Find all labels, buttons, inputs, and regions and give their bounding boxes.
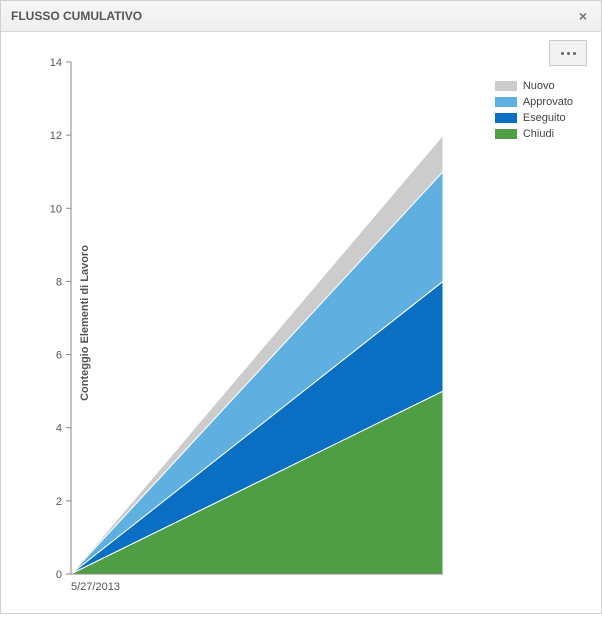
legend-item: Nuovo bbox=[495, 78, 573, 94]
y-tick-label: 14 bbox=[50, 57, 62, 69]
legend-swatch bbox=[495, 113, 517, 123]
legend-swatch bbox=[495, 129, 517, 139]
panel: FLUSSO CUMULATIVO × Conteggio Elementi d… bbox=[0, 0, 602, 614]
y-tick-label: 8 bbox=[56, 276, 62, 288]
close-icon[interactable]: × bbox=[575, 1, 591, 31]
legend-item: Approvato bbox=[495, 94, 573, 110]
chart-area: Conteggio Elementi di Lavoro 0 2 4 6 8 10 12 14… bbox=[1, 32, 601, 614]
legend: Nuovo Approvato Eseguito Chiudi bbox=[495, 78, 573, 142]
panel-title: FLUSSO CUMULATIVO bbox=[11, 1, 142, 31]
panel-body: Conteggio Elementi di Lavoro 0 2 4 6 8 10 12 14… bbox=[1, 32, 601, 614]
legend-label: Nuovo bbox=[523, 80, 555, 92]
legend-label: Chiudi bbox=[523, 128, 554, 140]
y-tick-label: 0 bbox=[56, 569, 62, 581]
legend-label: Approvato bbox=[523, 96, 573, 108]
legend-swatch bbox=[495, 97, 517, 107]
y-axis-label: Conteggio Elementi di Lavoro bbox=[79, 245, 91, 401]
legend-label: Eseguito bbox=[523, 112, 566, 124]
legend-item: Chiudi bbox=[495, 126, 573, 142]
y-tick-label: 2 bbox=[56, 496, 62, 508]
x-tick-label: 5/27/2013 bbox=[71, 581, 120, 593]
legend-item: Eseguito bbox=[495, 110, 573, 126]
y-tick-label: 10 bbox=[50, 203, 62, 215]
panel-header: FLUSSO CUMULATIVO × bbox=[1, 1, 601, 32]
legend-swatch bbox=[495, 81, 517, 91]
y-tick-label: 12 bbox=[50, 130, 62, 142]
y-tick-label: 6 bbox=[56, 350, 62, 362]
y-tick-label: 4 bbox=[56, 423, 62, 435]
